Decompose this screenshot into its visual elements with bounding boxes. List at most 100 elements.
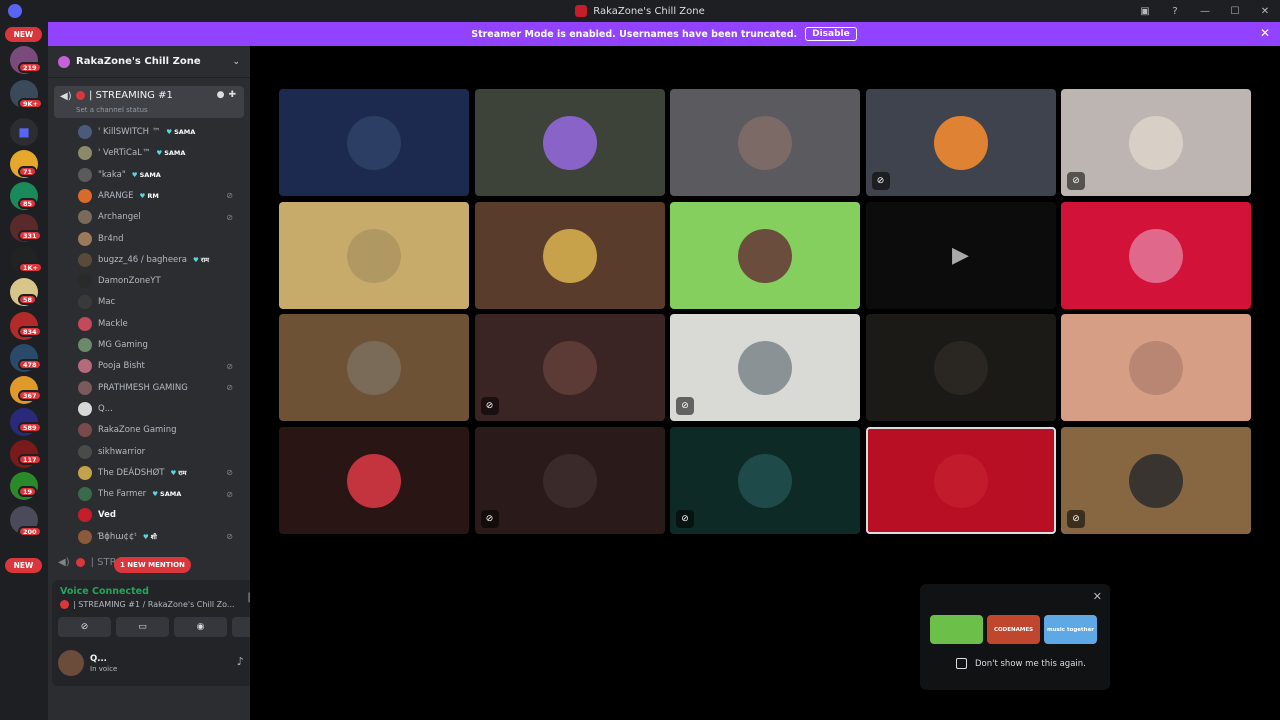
avatar[interactable] [58,650,84,676]
window-title: RakaZone's Chill Zone [593,5,705,17]
participant-tile[interactable]: ⊘ [1061,89,1251,196]
participant-tile[interactable]: ⊘ [670,426,860,534]
add-member-icon[interactable]: ✚ [228,90,236,100]
participant-tile[interactable] [1061,201,1251,309]
deafened-icon: ⊘ [1067,172,1085,190]
inbox-icon[interactable]: ▣ [1130,6,1160,17]
voice-member[interactable]: "kaka" ♥ SAMA [78,165,243,185]
minimize-icon[interactable]: — [1190,6,1220,17]
voice-member[interactable]: Ved [78,505,243,525]
voice-member[interactable]: The DEÁDSHØT ♥ राम ⊘ [78,463,243,483]
deafened-icon: ⊘ [871,172,890,190]
voice-member[interactable]: Q... [78,399,243,419]
server-header[interactable]: RakaZone's Chill Zone ⌄ [48,46,250,78]
participant-tile[interactable] [474,201,665,309]
participant-tile[interactable]: ⊘ [670,314,860,421]
voice-member[interactable]: ' KillSWITCH ™ ♥ SAMA [78,122,243,142]
participant-tile[interactable]: ⊘ [865,89,1056,196]
participant-tile[interactable] [670,89,860,196]
mention-badge: 589 [18,422,42,433]
participant-tile[interactable]: ⊘ [474,426,665,534]
mention-badge: 117 [18,454,42,465]
banner-close-icon[interactable]: ✕ [1260,26,1270,40]
activities-button[interactable]: ◉ [174,617,227,637]
voice-member[interactable]: bugzz_46 / bagheera ♥ राम [78,250,243,270]
camera-off-icon: ⊘ [80,622,89,632]
dont-show-again-checkbox[interactable]: Don't show me this again. [956,658,1086,669]
tag-icon: ♥ [170,468,177,477]
voice-member[interactable]: Mackle [78,314,243,334]
voice-member[interactable]: Ɓɸhɯ¢¢ᵗ ♥ शी ⊘ [78,527,243,547]
help-icon[interactable]: ? [1160,6,1190,17]
voice-member[interactable]: DamonZoneYT [78,271,243,291]
screen-share-button[interactable]: ▭ [116,617,169,637]
checkbox[interactable] [956,658,967,669]
participant-tile[interactable] [865,426,1056,534]
avatar [78,401,92,416]
voice-channel-path[interactable]: | STREAMING #1 / RakaZone's Chill Zo... [73,600,235,609]
activity-card[interactable] [930,615,983,644]
new-unreads-pill[interactable]: NEW [5,27,42,42]
voice-member[interactable]: sikhwarrior [78,442,243,462]
avatar [78,359,92,374]
participant-tile[interactable]: ⊘ [1061,426,1251,534]
maximize-icon[interactable]: ☐ [1220,6,1250,17]
participant-tile[interactable] [1061,314,1251,421]
avatar [78,146,92,161]
avatar [78,274,92,289]
avatar [78,167,92,182]
server-rail: NEW 219 9K+ ■ 71 85 331 1K+ 58 834 478 3… [0,22,48,720]
member-tag: ♥ राम [193,255,209,265]
voice-member[interactable]: Br4nd [78,229,243,249]
live-icon [76,91,85,100]
avatar [78,188,92,203]
mention-badge: 19 [18,486,38,497]
folder-icon[interactable]: ■ [10,118,38,146]
participant-tile[interactable] [279,314,469,421]
voice-channel-streaming-2[interactable]: ◀) | STR [58,557,117,568]
voice-member[interactable]: PRATHMESH GAMING ⊘ [78,378,243,398]
voice-member[interactable]: ARANGE ♥ RM ⊘ [78,186,243,206]
username: Q... [90,654,107,664]
member-name: Ɓɸhɯ¢¢ᵗ [98,531,137,542]
voice-channel-streaming-1[interactable]: ◀) | STREAMING #1 Set a channel status ●… [54,86,244,118]
voice-member[interactable]: The Farmer ♥ SAMA ⊘ [78,484,243,504]
voice-member[interactable]: RakaZone Gaming [78,420,243,440]
avatar [78,465,92,480]
activity-card[interactable]: CODENAMES [987,615,1040,644]
participant-tile[interactable] [279,201,469,309]
participant-tile[interactable]: ▶ [865,201,1056,309]
participant-tile[interactable] [474,89,665,196]
deafened-icon: ⊘ [226,468,233,478]
participant-tile[interactable] [865,314,1056,421]
participant-tile[interactable] [279,426,469,534]
voice-member[interactable]: Pooja Bisht ⊘ [78,356,243,376]
disable-button[interactable]: Disable [805,27,857,41]
voice-member[interactable]: Mac [78,292,243,312]
deafened-icon: ⊘ [226,212,233,222]
voice-member[interactable]: ' VeRTiCaL™ ♥ SAMA [78,143,243,163]
channel-status[interactable]: Set a channel status [76,106,148,114]
close-window-icon[interactable]: ✕ [1250,6,1280,17]
chevron-down-icon[interactable]: ⌄ [232,57,240,67]
microphone-icon[interactable]: ♪ [237,655,244,668]
close-icon[interactable]: ✕ [1093,590,1102,603]
participant-tile[interactable]: ⊘ [474,314,665,421]
voice-member[interactable]: Archangel ⊘ [78,207,243,227]
new-mention-pill[interactable]: 1 NEW MENTION [114,557,191,573]
member-name: Pooja Bisht [98,361,145,372]
tag-icon: ♥ [166,128,173,136]
chat-icon[interactable]: ● [217,90,225,100]
avatar [78,295,92,310]
avatar [347,341,401,395]
participant-tile[interactable] [670,201,860,309]
avatar [1129,116,1183,170]
participant-tile[interactable] [279,89,469,196]
voice-member[interactable]: MG Gaming [78,335,243,355]
camera-button[interactable]: ⊘ [58,617,111,637]
activity-card[interactable]: music together [1044,615,1097,644]
new-unreads-pill[interactable]: NEW [5,558,42,573]
avatar [78,252,92,267]
member-tag: ♥ SAMA [166,128,195,136]
server-logo-icon [575,5,588,17]
